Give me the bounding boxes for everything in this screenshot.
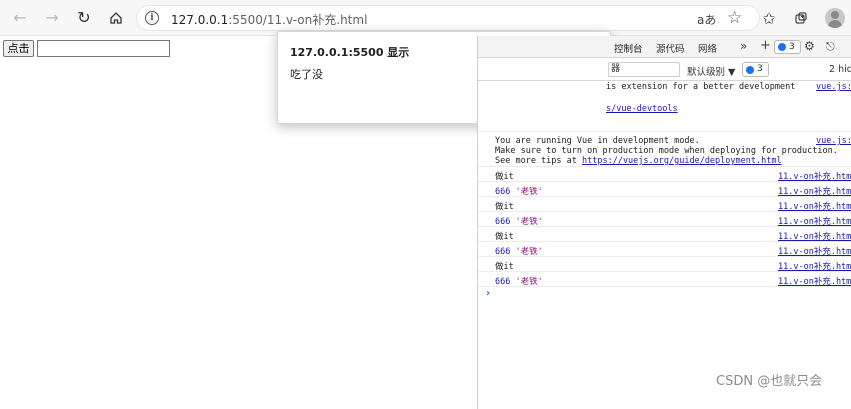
console-row: 666 '老铁' 11.v-on补充.htm — [478, 212, 851, 227]
console-message: See more tips at https://vuejs.org/guide… — [495, 156, 782, 166]
console-source-link[interactable]: 11.v-on补充.htm — [778, 245, 851, 257]
console-string: '老铁' — [515, 187, 543, 197]
add-tab-icon[interactable]: + — [760, 38, 771, 53]
console-source-link[interactable]: 11.v-on补充.htm — [778, 185, 851, 197]
console-row: 做it 11.v-on补充.htm — [478, 197, 851, 212]
devtools-panel: 控制台 源代码 网络 » + 3 ⚙ ⎋ 器 默认级别 ▼ 3 2 hidd i… — [477, 36, 851, 409]
text-input[interactable] — [37, 40, 170, 57]
read-aloud-icon[interactable]: aあ — [697, 11, 716, 28]
console-row: 666 '老铁' 11.v-on补充.htm — [478, 182, 851, 197]
watermark: CSDN @也就只会 — [716, 374, 823, 389]
console-message: Make sure to turn on production mode whe… — [495, 146, 838, 156]
address-url: 127.0.0.1:5500/11.v-on补充.html — [171, 11, 367, 28]
console-string: '老铁' — [515, 277, 543, 287]
hidden-messages-count: 2 hidd — [829, 64, 851, 75]
refresh-icon[interactable]: ↻ — [72, 6, 96, 30]
console-output: is extension for a better development vu… — [478, 82, 851, 301]
favorites-list-icon[interactable]: ✩ — [757, 6, 781, 30]
console-number: 666 — [495, 247, 511, 257]
issues-badge[interactable]: 3 — [774, 40, 801, 54]
console-source-link[interactable]: 11.v-on补充.htm — [778, 230, 851, 242]
console-prompt-icon: › — [486, 288, 491, 299]
url-host: 127.0.0.1 — [171, 13, 229, 27]
tab-console[interactable]: 控制台 — [614, 41, 643, 61]
profile-avatar[interactable] — [825, 8, 845, 28]
console-source-link[interactable]: 11.v-on补充.htm — [778, 260, 851, 272]
console-source-link[interactable]: 11.v-on补充.htm — [778, 170, 851, 182]
log-level-select[interactable]: 默认级别 ▼ — [687, 64, 735, 78]
filter-input[interactable]: 器 — [608, 62, 680, 77]
console-number: 666 — [495, 277, 511, 287]
home-icon[interactable] — [104, 6, 128, 30]
console-row: 做it 11.v-on补充.htm — [478, 167, 851, 182]
collections-icon-svg — [795, 12, 807, 24]
console-row: 做it 11.v-on补充.htm — [478, 257, 851, 272]
console-row: 666 '老铁' 11.v-on补充.htm — [478, 242, 851, 257]
filter-issues-count: 3 — [757, 64, 763, 74]
click-button[interactable]: 点击 — [3, 40, 34, 57]
dialog-message: 吃了没 — [290, 68, 323, 81]
console-source-link[interactable]: vue.js:9 — [816, 82, 851, 92]
console-number: 666 — [495, 187, 511, 197]
console-message: You are running Vue in development mode. — [495, 136, 700, 146]
console-message: is extension for a better development — [606, 82, 796, 92]
console-source-link[interactable]: 11.v-on补充.htm — [778, 215, 851, 227]
console-link[interactable]: s/vue-devtools — [606, 104, 678, 114]
issues-count: 3 — [789, 42, 795, 52]
console-string: '老铁' — [515, 247, 543, 257]
console-filter-bar: 器 默认级别 ▼ 3 2 hidd — [478, 59, 851, 81]
tab-network[interactable]: 网络 — [698, 41, 717, 55]
console-text: 666 '老铁' — [495, 185, 543, 197]
console-intro-group: is extension for a better development vu… — [478, 82, 851, 132]
info-icon[interactable]: i — [145, 11, 159, 25]
forward-icon[interactable]: → — [40, 6, 64, 30]
console-string: '老铁' — [515, 217, 543, 227]
dock-icon[interactable]: ⎋ — [826, 40, 835, 54]
console-text: 做it — [495, 262, 514, 272]
console-row: 做it 11.v-on补充.htm — [478, 227, 851, 242]
console-source-link[interactable]: 11.v-on补充.htm — [778, 275, 851, 287]
address-bar[interactable]: i 127.0.0.1:5500/11.v-on补充.html aあ ☆ — [136, 5, 760, 31]
console-vue-message: You are running Vue in development mode.… — [478, 132, 851, 167]
console-row: 666 '老铁' 11.v-on补充.htm — [478, 272, 851, 287]
console-prompt-row[interactable]: › — [478, 287, 851, 301]
console-source-link[interactable]: vue.js:9 — [816, 136, 851, 146]
more-tabs-icon[interactable]: » — [740, 39, 747, 53]
issues-icon — [778, 43, 786, 51]
console-source-link[interactable]: 11.v-on补充.htm — [778, 200, 851, 212]
gear-icon[interactable]: ⚙ — [804, 39, 815, 53]
collections-icon[interactable] — [789, 6, 813, 30]
console-text: See more tips at — [495, 156, 582, 166]
home-icon-svg — [110, 12, 122, 24]
favorite-icon[interactable]: ☆ — [727, 8, 742, 28]
console-number: 666 — [495, 217, 511, 227]
console-text: 666 '老铁' — [495, 245, 543, 257]
console-text: 做it — [495, 202, 514, 212]
filter-issues-badge[interactable]: 3 — [742, 62, 769, 77]
dialog-title: 127.0.0.1:5500 显示 — [290, 46, 410, 59]
console-link[interactable]: https://vuejs.org/guide/deployment.html — [582, 156, 782, 166]
url-path: :5500/11.v-on补充.html — [228, 13, 368, 27]
console-text: 做it — [495, 172, 514, 182]
console-text: 666 '老铁' — [495, 275, 543, 287]
console-text: 666 '老铁' — [495, 215, 543, 227]
console-text: 做it — [495, 232, 514, 242]
tab-sources[interactable]: 源代码 — [656, 41, 685, 55]
devtools-tabbar: 控制台 源代码 网络 » + 3 ⚙ ⎋ — [478, 36, 851, 61]
back-icon[interactable]: ← — [8, 6, 32, 30]
issues-icon — [746, 65, 754, 74]
